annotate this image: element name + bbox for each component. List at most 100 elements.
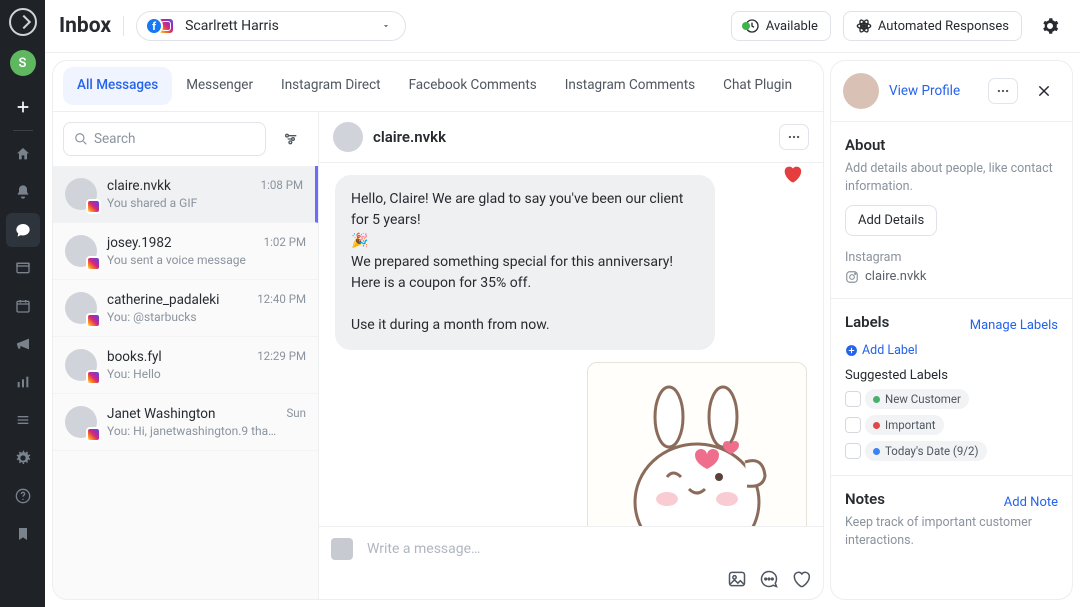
thread-item[interactable]: josey.1982 You sent a voice message 1:02… (53, 223, 318, 280)
thread-preview: You sent a voice message (107, 253, 254, 267)
conversation-name: claire.nvkk (373, 128, 769, 146)
thread-item[interactable]: catherine_padaleki You: @starbucks 12:40… (53, 280, 318, 337)
status-dot-icon (742, 22, 750, 30)
conversation-header: claire.nvkk (319, 112, 823, 163)
instagram-badge-icon (86, 313, 101, 328)
plus-circle-icon (845, 344, 858, 357)
about-title: About (845, 136, 1058, 154)
rail-analytics[interactable] (6, 365, 40, 399)
atom-icon (856, 18, 872, 34)
label-color-dot (873, 448, 880, 455)
inbox-column: All MessagesMessengerInstagram DirectFac… (53, 61, 823, 599)
thread-avatar (65, 349, 97, 381)
divider (123, 16, 124, 36)
composer-avatar (331, 538, 353, 560)
label-color-dot (873, 422, 880, 429)
rail-inbox[interactable] (6, 213, 40, 247)
workspace-avatar[interactable]: S (10, 50, 36, 76)
thread-item[interactable]: books.fyl You: Hello 12:29 PM (53, 337, 318, 394)
bunny-sticker-icon (607, 377, 787, 526)
thread-list: Search claire.nvkk You shared a GIF 1:08… (53, 112, 319, 599)
thread-avatar (65, 235, 97, 267)
suggested-label[interactable]: Important (845, 415, 944, 435)
add-workspace-button[interactable] (6, 90, 40, 124)
conversation-actions-button[interactable] (779, 124, 809, 150)
facebook-icon: f (145, 17, 163, 35)
composer: Write a message… (319, 526, 823, 599)
thread-name: claire.nvkk (107, 178, 251, 194)
thread-preview: You: Hi, janetwashington.9 thanks for… (107, 424, 276, 438)
rail-menu[interactable] (6, 403, 40, 437)
label-checkbox[interactable] (845, 391, 861, 407)
heart-reaction-icon (781, 163, 803, 185)
profile-panel: View Profile About Add details about peo… (831, 61, 1072, 599)
rail-posts[interactable] (6, 251, 40, 285)
add-label-button[interactable]: Add Label (845, 343, 1058, 358)
instagram-heading: Instagram (845, 250, 1058, 265)
instagram-badge-icon (86, 370, 101, 385)
suggested-label[interactable]: Today's Date (9/2) (845, 441, 987, 461)
rail-campaigns[interactable] (6, 327, 40, 361)
view-profile-link[interactable]: View Profile (889, 83, 978, 99)
rail-calendar[interactable] (6, 289, 40, 323)
search-placeholder: Search (94, 131, 135, 147)
thread-avatar (65, 178, 97, 210)
labels-title: Labels (845, 313, 889, 331)
thread-time: Sun (286, 406, 306, 438)
label-chip: New Customer (865, 389, 969, 409)
instagram-icon (845, 270, 859, 284)
thread-time: 1:02 PM (264, 235, 306, 267)
thread-name: books.fyl (107, 349, 247, 365)
thread-name: Janet Washington (107, 406, 276, 422)
app-logo[interactable] (9, 8, 37, 36)
thread-item[interactable]: claire.nvkk You shared a GIF 1:08 PM (53, 166, 318, 223)
filter-button[interactable] (274, 122, 308, 156)
tab-instagram-comments[interactable]: Instagram Comments (551, 61, 709, 111)
close-panel-button[interactable] (1028, 75, 1060, 107)
profile-actions-button[interactable] (988, 78, 1018, 104)
rail-home[interactable] (6, 137, 40, 171)
tab-messenger[interactable]: Messenger (172, 61, 267, 111)
thread-item[interactable]: Janet Washington You: Hi, janetwashingto… (53, 394, 318, 451)
manage-labels-link[interactable]: Manage Labels (970, 318, 1058, 333)
label-checkbox[interactable] (845, 443, 861, 459)
tab-all-messages[interactable]: All Messages (63, 67, 172, 105)
thread-time: 12:40 PM (257, 292, 306, 324)
thread-preview: You: Hello (107, 367, 247, 381)
rail-settings[interactable] (6, 441, 40, 475)
settings-button[interactable] (1034, 10, 1066, 42)
like-button[interactable] (791, 569, 811, 589)
tab-chat-plugin[interactable]: Chat Plugin (709, 61, 806, 111)
labels-section: Labels Manage Labels Add Label Suggested… (831, 299, 1072, 476)
instagram-badge-icon (86, 199, 101, 214)
saved-replies-button[interactable] (759, 569, 779, 589)
conversation: claire.nvkk Hello, Claire! We are glad t… (319, 112, 823, 599)
add-details-button[interactable]: Add Details (845, 205, 937, 236)
nav-rail: S (0, 0, 45, 607)
attach-image-button[interactable] (727, 569, 747, 589)
availability-toggle[interactable]: Available (731, 11, 831, 41)
main: Inbox f Scarlrett Harris Available Autom… (45, 0, 1080, 607)
automated-label: Automated Responses (878, 19, 1009, 34)
rail-bookmark[interactable] (6, 517, 40, 551)
add-note-link[interactable]: Add Note (1004, 495, 1058, 510)
thread-preview: You: @starbucks (107, 310, 247, 324)
thread-time: 12:29 PM (257, 349, 306, 381)
notes-section: Notes Add Note Keep track of important c… (831, 476, 1072, 563)
thread-avatar (65, 292, 97, 324)
suggested-label[interactable]: New Customer (845, 389, 969, 409)
thread-name: josey.1982 (107, 235, 254, 251)
rail-help[interactable] (6, 479, 40, 513)
automated-responses-button[interactable]: Automated Responses (843, 11, 1022, 41)
message-input[interactable]: Write a message… (361, 535, 811, 563)
label-chip: Important (865, 415, 944, 435)
search-input[interactable]: Search (63, 122, 266, 156)
tab-instagram-direct[interactable]: Instagram Direct (267, 61, 395, 111)
instagram-handle[interactable]: claire.nvkk (845, 269, 1058, 284)
label-checkbox[interactable] (845, 417, 861, 433)
tab-facebook-comments[interactable]: Facebook Comments (395, 61, 551, 111)
thread-time: 1:08 PM (261, 178, 303, 210)
rail-notifications[interactable] (6, 175, 40, 209)
account-selector[interactable]: f Scarlrett Harris (136, 11, 406, 41)
about-section: About Add details about people, like con… (831, 122, 1072, 299)
